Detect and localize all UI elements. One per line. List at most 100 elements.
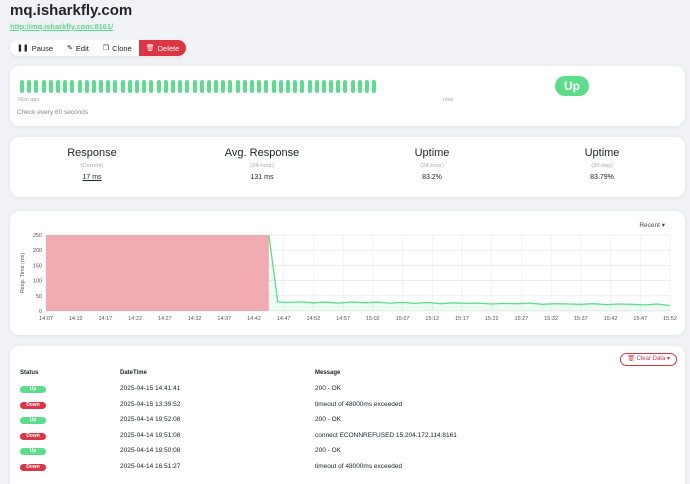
pause-label: Pause xyxy=(31,43,54,53)
heartbeat-beat xyxy=(228,80,233,93)
heartbeat-beat xyxy=(120,80,125,93)
y-tick-label: 50 xyxy=(36,294,42,300)
heartbeat-beat xyxy=(221,80,226,93)
message-cell: 200 - OK xyxy=(315,416,342,424)
clear-data-button[interactable]: 🗑 Clear Data ▾ xyxy=(620,353,677,366)
stat-title: Response xyxy=(67,147,117,159)
table-row: Down 2025-04-14 19:51:08 connect ECONNREFU… xyxy=(10,431,685,447)
stat-value: 83.79% xyxy=(590,174,614,181)
heartbeat-beat xyxy=(257,80,262,93)
heartbeat-beat xyxy=(113,80,118,93)
heartbeat-beat xyxy=(235,80,240,93)
stat-value: 83.2% xyxy=(422,174,442,181)
heartbeat-beat xyxy=(91,80,96,93)
heartbeat-beat xyxy=(192,80,197,93)
stat-sub: (24-hour) xyxy=(420,163,444,169)
heartbeat-beat xyxy=(206,80,211,93)
heartbeat-beat xyxy=(199,80,204,93)
x-tick-label: 15:32 xyxy=(544,316,558,322)
stat-sub: (30-day) xyxy=(591,163,613,169)
x-tick-label: 14:37 xyxy=(217,316,231,322)
message-cell: timeout of 48000ms exceeded xyxy=(315,400,403,408)
heartbeat-beat xyxy=(77,80,82,93)
page-title: mq.isharkfly.com xyxy=(10,2,133,19)
x-tick-label: 14:47 xyxy=(277,316,291,322)
stat-avg-response: Avg. Response (24-hour) 131 ms xyxy=(192,147,332,181)
y-tick-label: 250 xyxy=(33,233,42,239)
heartbeat-beat xyxy=(293,80,298,93)
stat-title: Uptime xyxy=(414,147,450,159)
pause-button[interactable]: ❚❚ Pause xyxy=(10,40,60,56)
datetime-cell: 2025-04-14 19:51:08 xyxy=(120,431,181,439)
x-tick-label: 15:27 xyxy=(515,316,529,322)
clear-data-label: Clear Data xyxy=(636,356,666,362)
heartbeat-beat xyxy=(99,80,104,93)
heartbeat-bar xyxy=(20,80,377,93)
status-badge: Down xyxy=(20,432,46,440)
heartbeat-beat xyxy=(278,80,283,93)
heartbeat-beat xyxy=(307,80,312,93)
stat-value: 131 ms xyxy=(250,174,274,181)
status-badge: Down xyxy=(20,401,46,409)
heartbeat-beat xyxy=(242,80,247,93)
heartbeat-beat xyxy=(127,80,132,93)
heartbeat-beat xyxy=(372,80,377,93)
heartbeat-beat xyxy=(357,80,362,93)
x-tick-label: 15:07 xyxy=(396,316,410,322)
edit-icon: ✎ xyxy=(67,44,73,52)
heartbeat-beat xyxy=(321,80,326,93)
x-tick-label: 14:22 xyxy=(128,316,142,322)
stat-value[interactable]: 17 ms xyxy=(22,174,162,181)
message-cell: 200 - OK xyxy=(315,447,342,455)
heartbeat-end-label: now xyxy=(443,97,454,103)
message-cell: connect ECONNREFUSED 15.204.172.114:8161 xyxy=(315,431,457,439)
heartbeat-beat xyxy=(314,80,319,93)
heartbeat-beat xyxy=(343,80,348,93)
heartbeat-beat xyxy=(106,80,111,93)
y-tick-label: 150 xyxy=(33,263,42,269)
status-badge: Up xyxy=(20,448,46,456)
col-header-datetime: DateTime xyxy=(120,370,147,376)
clone-button[interactable]: ❐ Clone xyxy=(96,40,139,56)
datetime-cell: 2025-04-14 19:50:08 xyxy=(120,447,181,455)
col-header-status: Status xyxy=(20,370,39,376)
x-tick-label: 14:27 xyxy=(158,316,172,322)
heartbeat-beat xyxy=(55,80,60,93)
x-tick-label: 14:17 xyxy=(99,316,113,322)
heartbeat-beat xyxy=(20,80,24,93)
datetime-cell: 2025-04-14 16:51:27 xyxy=(120,463,181,470)
datetime-cell: 2025-04-15 13:39:52 xyxy=(120,400,181,408)
heartbeat-beat xyxy=(336,80,341,93)
delete-label: Delete xyxy=(157,43,180,53)
datetime-cell: 2025-04-15 14:41:41 xyxy=(120,385,181,392)
status-badge: Down xyxy=(20,464,46,471)
chart-card: Recent ▾ 0 50 100 150 200 250 14:07 14:12 14:17 1… xyxy=(10,211,685,335)
message-cell: timeout of 48000ms exceeded xyxy=(315,463,403,470)
heartbeat-start-label: 56m ago xyxy=(18,97,40,103)
status-badge: Up xyxy=(20,386,46,393)
heartbeat-beat xyxy=(271,80,276,93)
heartbeat-beat xyxy=(70,80,75,93)
heartbeat-beat xyxy=(264,80,269,93)
delete-button[interactable]: 🗑 Delete xyxy=(138,40,187,56)
x-tick-label: 14:57 xyxy=(336,316,350,322)
heartbeat-beat xyxy=(142,80,147,93)
stat-uptime-24h: Uptime (24-hour) 83.2% xyxy=(362,147,502,181)
y-tick-label: 100 xyxy=(33,279,42,285)
stat-title: Avg. Response xyxy=(224,147,300,159)
heartbeat-beat xyxy=(156,80,161,93)
heartbeat-beat xyxy=(350,80,355,93)
heartbeat-beat xyxy=(285,80,290,93)
edit-button[interactable]: ✎ Edit xyxy=(60,40,96,56)
x-tick-label: 14:32 xyxy=(188,316,202,322)
edit-label: Edit xyxy=(75,43,89,53)
table-row: Down 2025-04-15 13:39:52 timeout of 48000m… xyxy=(10,400,685,416)
heartbeat-beat xyxy=(185,80,190,93)
table-row: Up 2025-04-14 19:52:08 200 - OK xyxy=(10,415,685,431)
monitor-url-link[interactable]: http://mq.isharkfly.com:8161/ xyxy=(10,22,113,31)
y-axis-label: Resp. Time (ms) xyxy=(20,253,26,294)
stat-title: Uptime xyxy=(584,147,620,159)
x-tick-label: 15:17 xyxy=(455,316,469,322)
heartbeat-beat xyxy=(27,80,32,93)
table-row: Down 2025-04-14 16:51:27 timeout of 48000m… xyxy=(10,462,685,478)
